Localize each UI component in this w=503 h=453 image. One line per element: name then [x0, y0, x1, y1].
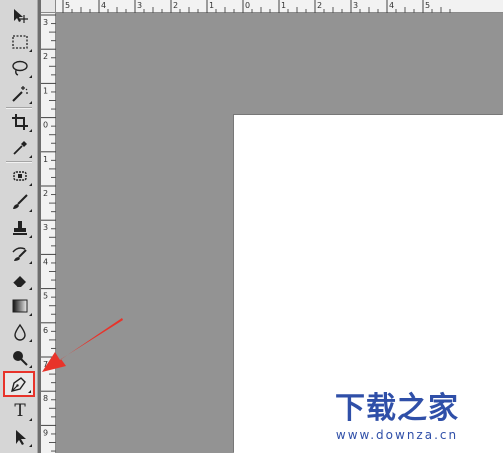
ruler-tick-label: 4	[43, 257, 48, 266]
history-brush-icon	[12, 247, 27, 261]
eraser-icon	[12, 276, 26, 288]
vertical-ruler[interactable]: 3 2 1 0 1 2 3 4 5 6 7 8 9	[41, 13, 56, 453]
crop-icon	[12, 114, 28, 130]
healing-brush-tool[interactable]	[6, 164, 34, 188]
ruler-tick-label: 9	[43, 428, 48, 437]
eyedropper-icon	[13, 141, 27, 155]
tool-separator	[6, 107, 32, 109]
marquee-icon	[12, 35, 28, 49]
brush-icon	[13, 194, 28, 209]
submenu-indicator-icon	[28, 390, 31, 393]
gradient-tool[interactable]	[6, 294, 34, 318]
ruler-tick-label: 1	[43, 155, 48, 164]
path-selection-icon	[16, 430, 26, 445]
healing-brush-icon	[13, 171, 27, 181]
submenu-indicator-icon	[29, 129, 32, 132]
ruler-tick-label: 5	[43, 292, 48, 301]
watermark-logo: 下载之家 www.downza.cn	[321, 391, 473, 443]
submenu-indicator-icon	[29, 183, 32, 186]
submenu-indicator-icon	[29, 339, 32, 342]
type-icon: T	[14, 400, 26, 421]
submenu-indicator-icon	[29, 365, 32, 368]
submenu-indicator-icon	[29, 75, 32, 78]
ruler-tick-label: 0	[245, 1, 250, 10]
submenu-indicator-icon	[29, 209, 32, 212]
ruler-tick-label: 2	[317, 1, 322, 10]
ruler-tick-label: 2	[173, 1, 178, 10]
eraser-tool[interactable]	[6, 268, 34, 292]
ruler-tick-label: 3	[43, 18, 48, 27]
toolbox-panel: T	[0, 0, 38, 453]
clone-stamp-tool[interactable]	[6, 216, 34, 240]
history-brush-tool[interactable]	[6, 242, 34, 266]
move-tool[interactable]	[6, 4, 34, 28]
submenu-indicator-icon	[29, 313, 32, 316]
pen-icon	[11, 377, 26, 392]
ruler-tick-label: 6	[43, 326, 48, 335]
ruler-tick-label: 1	[43, 86, 48, 95]
blur-icon	[14, 323, 26, 341]
submenu-indicator-icon	[29, 261, 32, 264]
lasso-icon	[12, 60, 28, 76]
ruler-tick-label: 3	[137, 1, 142, 10]
ruler-tick-label: 2	[43, 189, 48, 198]
watermark-title: 下载之家	[335, 391, 459, 426]
type-tool[interactable]: T	[6, 399, 34, 423]
ruler-tick-label: 5	[425, 1, 430, 10]
dodge-tool[interactable]	[6, 346, 34, 370]
ruler-tick-label: 4	[389, 1, 394, 10]
blur-tool[interactable]	[6, 320, 34, 344]
submenu-indicator-icon	[29, 287, 32, 290]
pen-tool[interactable]	[3, 371, 35, 397]
horizontal-ruler-ticks: 5 4 3 2 1 0 1 2 3 4 5	[62, 0, 451, 13]
eyedropper-tool[interactable]	[6, 136, 34, 160]
gradient-icon	[12, 299, 28, 313]
marquee-tool[interactable]	[6, 30, 34, 54]
crop-tool[interactable]	[6, 110, 34, 134]
ruler-tick-label: 3	[43, 223, 48, 232]
lasso-tool[interactable]	[6, 56, 34, 80]
submenu-indicator-icon	[29, 49, 32, 52]
brush-tool[interactable]	[6, 190, 34, 214]
document-canvas[interactable]: 下载之家 www.downza.cn	[234, 115, 503, 453]
submenu-indicator-icon	[29, 444, 32, 447]
ruler-origin[interactable]	[41, 0, 56, 13]
ruler-tick-label: 3	[353, 1, 358, 10]
submenu-indicator-icon	[29, 235, 32, 238]
path-selection-tool[interactable]	[6, 425, 34, 449]
move-icon	[14, 9, 28, 23]
submenu-indicator-icon	[29, 418, 32, 421]
ruler-tick-label: 1	[209, 1, 214, 10]
magic-wand-tool[interactable]	[6, 82, 34, 106]
submenu-indicator-icon	[29, 155, 32, 158]
submenu-indicator-icon	[29, 101, 32, 104]
magic-wand-icon	[12, 86, 28, 102]
ruler-tick-label: 4	[101, 1, 106, 10]
tool-separator	[6, 161, 32, 163]
ruler-tick-label: 2	[43, 52, 48, 61]
horizontal-ruler[interactable]: 5 4 3 2 1 0 1 2 3 4 5	[41, 0, 503, 13]
ruler-tick-label: 0	[43, 121, 48, 130]
ruler-tick-label: 8	[43, 394, 48, 403]
ruler-tick-label: 5	[65, 1, 70, 10]
watermark-url: www.downza.cn	[335, 428, 459, 442]
dodge-icon	[13, 351, 28, 366]
clone-stamp-icon	[13, 221, 27, 235]
ruler-tick-label: 1	[281, 1, 286, 10]
vertical-ruler-ticks: 3 2 1 0 1 2 3 4 5 6 7 8 9	[41, 14, 56, 452]
ruler-tick-label: 7	[43, 360, 48, 369]
